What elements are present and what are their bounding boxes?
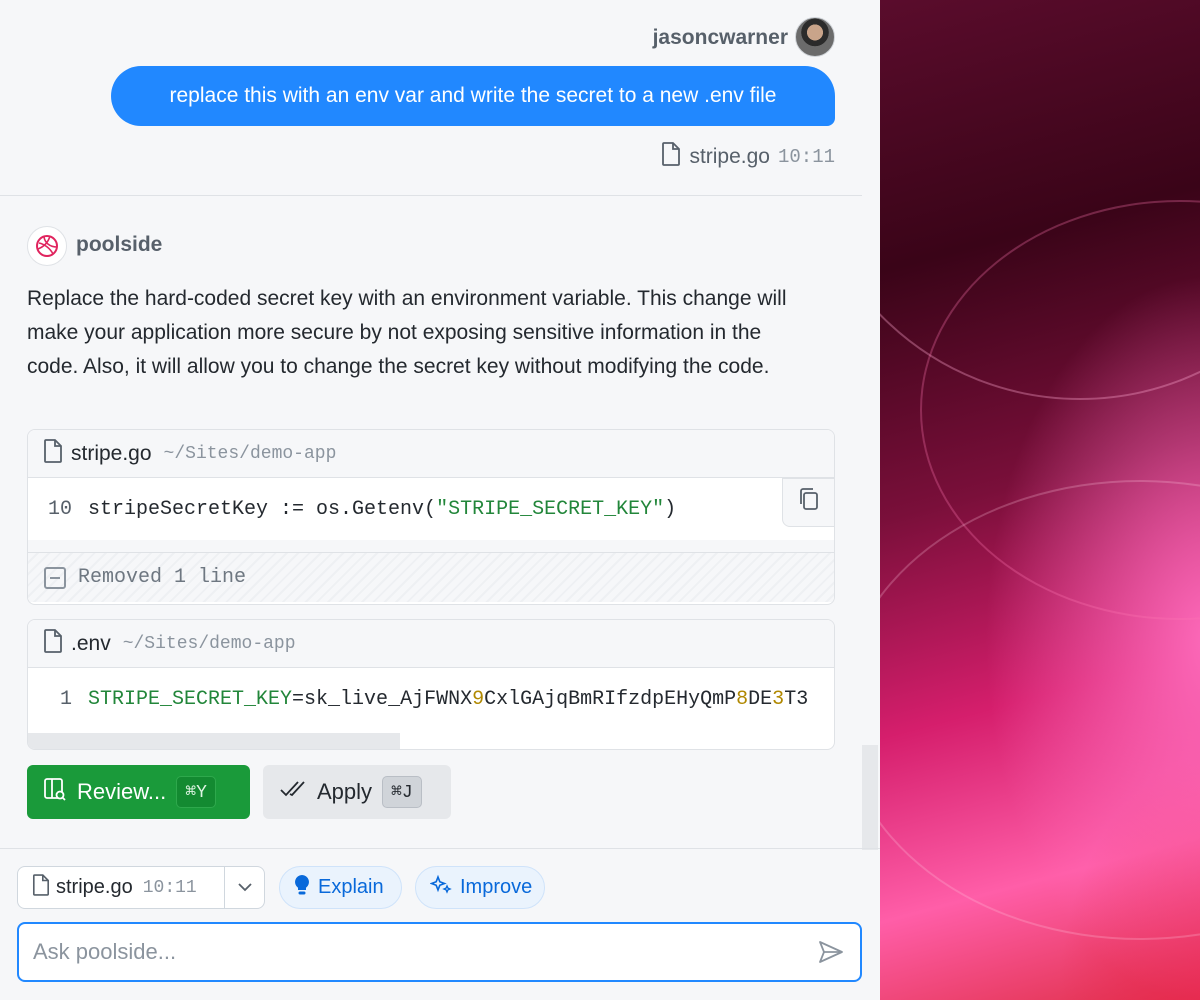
horizontal-scrollbar[interactable]: [28, 733, 400, 749]
code-gap: [28, 540, 834, 552]
review-button[interactable]: Review... ⌘Y: [27, 765, 250, 819]
context-filename: stripe.go: [689, 145, 770, 168]
user-name: jasoncwarner: [652, 26, 788, 49]
code-block-path: ~/Sites/demo-app: [163, 443, 337, 464]
user-avatar: [795, 17, 835, 57]
apply-shortcut: ⌘J: [382, 776, 422, 808]
context-file-chip[interactable]: stripe.go 10:11: [18, 867, 225, 908]
improve-button[interactable]: Improve: [415, 866, 545, 909]
user-message-bubble: replace this with an env var and write t…: [111, 66, 835, 126]
chat-panel: jasoncwarner replace this with an env va…: [0, 0, 880, 1000]
sparkles-icon: [429, 874, 452, 902]
code-block-path: ~/Sites/demo-app: [122, 633, 296, 654]
review-shortcut: ⌘Y: [176, 776, 216, 808]
double-check-icon: [279, 779, 307, 805]
code-text: STRIPE_SECRET_KEY=sk_live_AjFWNX9CxlGAjq…: [88, 687, 809, 711]
context-file-selector[interactable]: stripe.go 10:11: [17, 866, 265, 909]
code-block-env: .env ~/Sites/demo-app 1 STRIPE_SECRET_KE…: [27, 619, 835, 750]
context-filename: stripe.go: [56, 876, 133, 898]
lightbulb-icon: [294, 874, 310, 902]
copy-button[interactable]: [782, 478, 834, 527]
chat-input-box[interactable]: [17, 922, 862, 982]
message-divider: [0, 195, 862, 196]
chat-input[interactable]: [33, 939, 793, 965]
code-block-filename[interactable]: .env: [71, 632, 111, 656]
file-icon: [661, 142, 681, 172]
review-panel-icon: [43, 777, 67, 807]
apply-button[interactable]: Apply ⌘J: [263, 765, 451, 819]
code-line: 1 STRIPE_SECRET_KEY=sk_live_AjFWNX9CxlGA…: [28, 668, 834, 730]
file-icon: [43, 439, 63, 468]
code-block-filename[interactable]: stripe.go: [71, 442, 152, 466]
explain-button[interactable]: Explain: [279, 866, 402, 909]
code-line: 10 stripeSecretKey := os.Getenv("STRIPE_…: [28, 478, 834, 540]
file-icon: [32, 873, 50, 902]
desktop-wallpaper: [880, 0, 1200, 1000]
apply-label: Apply: [317, 779, 373, 804]
line-number: 10: [47, 497, 72, 521]
context-time: 10:11: [142, 877, 197, 898]
code-block-header: .env ~/Sites/demo-app: [28, 620, 834, 668]
vertical-scrollbar[interactable]: [862, 745, 878, 850]
review-label: Review...: [77, 779, 167, 804]
line-number: 1: [59, 687, 72, 711]
context-dropdown-button[interactable]: [225, 879, 264, 897]
user-message-context[interactable]: stripe.go 10:11: [661, 142, 835, 172]
poolside-logo-icon: [27, 226, 67, 266]
composer-divider: [0, 848, 880, 849]
file-icon: [43, 629, 63, 658]
chevron-down-icon: [237, 879, 253, 897]
minus-box-icon: [44, 566, 66, 589]
assistant-response: Replace the hard-coded secret key with a…: [27, 287, 787, 378]
removed-lines-label: Removed 1 line: [78, 566, 247, 589]
code-block-header: stripe.go ~/Sites/demo-app: [28, 430, 834, 478]
context-time: 10:11: [777, 146, 835, 168]
send-icon: [818, 941, 844, 968]
improve-label: Improve: [460, 876, 533, 898]
code-text: stripeSecretKey := os.Getenv("STRIPE_SEC…: [88, 497, 677, 521]
explain-label: Explain: [318, 876, 384, 898]
copy-icon: [798, 487, 820, 518]
assistant-name: poolside: [76, 233, 163, 256]
send-button[interactable]: [818, 940, 844, 969]
code-block-stripe-go: stripe.go ~/Sites/demo-app 10 stripeSecr…: [27, 429, 835, 605]
removed-lines-toggle[interactable]: Removed 1 line: [28, 552, 834, 602]
